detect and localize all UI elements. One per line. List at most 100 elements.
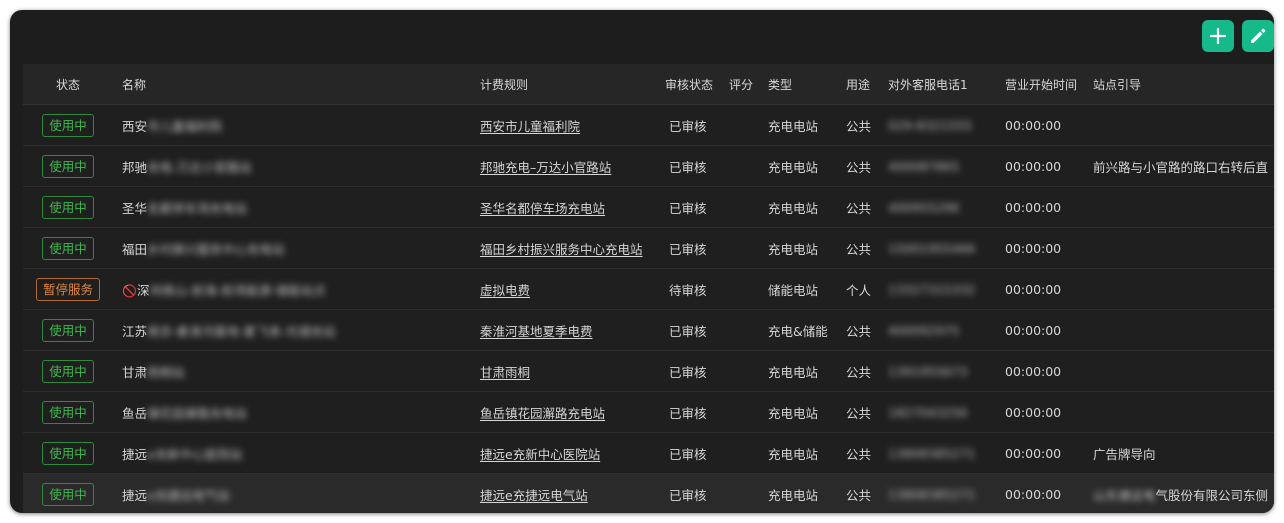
service-phone-redacted: 15001955466	[888, 240, 976, 256]
cell-score	[720, 391, 759, 433]
billing-rule-link[interactable]: 鱼岳镇花园澥路充电站	[480, 406, 605, 421]
billing-rule-link[interactable]: 圣华名都停车场充电站	[480, 201, 605, 216]
audit-status: 已审核	[669, 118, 707, 134]
cell-open-time: 00:00:00	[996, 473, 1084, 513]
edit-button[interactable]	[1242, 20, 1274, 52]
audit-status: 已审核	[669, 323, 707, 339]
cell-guide	[1084, 227, 1274, 269]
open-time: 00:00:00	[1005, 445, 1062, 461]
audit-status: 已审核	[669, 241, 707, 257]
station-name-redacted: e充捷远电气站	[147, 487, 230, 503]
cell-status: 使用中	[23, 473, 113, 513]
table-row[interactable]: 使用中 甘肃雨桐站 甘肃雨桐 已审核 充电电站 公共 1391955673 00:00:00	[23, 350, 1274, 392]
cell-name: 福田乡村振兴服务中心充电站	[113, 227, 471, 269]
column-header-audit[interactable]: 审核状态	[656, 64, 720, 105]
usage-type: 公共	[846, 159, 872, 175]
audit-status: 已审核	[669, 446, 707, 462]
column-header-use[interactable]: 用途	[837, 64, 879, 105]
column-header-rule[interactable]: 计费规则	[471, 64, 656, 105]
cell-score	[720, 145, 759, 187]
station-type: 充电电站	[768, 405, 819, 421]
cell-usage: 公共	[837, 432, 879, 474]
column-header-guide[interactable]: 站点引导	[1084, 64, 1274, 105]
open-time: 00:00:00	[1005, 404, 1062, 420]
station-type: 充电电站	[768, 159, 819, 175]
cell-usage: 公共	[837, 350, 879, 392]
table-row[interactable]: 使用中 邦驰充电-万达小官路站 邦驰充电–万达小官路站 已审核 充电电站 公共 400087…	[23, 145, 1274, 187]
cell-status: 暂停服务	[23, 268, 113, 310]
billing-rule-link[interactable]: 捷远e充新中心医院站	[480, 447, 600, 462]
station-name: 江苏	[122, 323, 148, 339]
column-header-status[interactable]: 状态	[23, 64, 113, 105]
station-name-redacted: 镇花园澥路充电站	[147, 405, 248, 421]
cell-open-time: 00:00:00	[996, 227, 1084, 269]
column-header-name[interactable]: 名称	[113, 64, 471, 105]
station-type: 充电电站	[768, 487, 819, 503]
station-name: 西安	[122, 118, 148, 134]
cell-audit-status: 已审核	[656, 309, 720, 351]
billing-rule-link[interactable]: 福田乡村振兴服务中心充电站	[480, 242, 643, 257]
cell-type: 充电电站	[759, 104, 837, 146]
station-name-redacted: 名都停车场充电站	[147, 200, 248, 216]
cell-name: 西安市儿童福利院	[113, 104, 471, 146]
cell-phone: 13808385271	[879, 432, 996, 474]
station-type: 充电电站	[768, 118, 819, 134]
billing-rule-link[interactable]: 虚拟电费	[480, 283, 530, 298]
column-header-type[interactable]: 类型	[759, 64, 837, 105]
station-type: 充电电站	[768, 446, 819, 462]
cell-score	[720, 309, 759, 351]
status-badge: 使用中	[42, 154, 94, 178]
cell-guide	[1084, 309, 1274, 351]
billing-rule-link[interactable]: 甘肃雨桐	[480, 365, 530, 380]
cell-billing-rule: 西安市儿童福利院	[471, 104, 656, 146]
cell-audit-status: 已审核	[656, 432, 720, 474]
status-badge: 使用中	[42, 441, 94, 465]
table-row[interactable]: 使用中 西安市儿童福利院 西安市儿童福利院 已审核 充电电站 公共 029-8321555 0…	[23, 104, 1274, 146]
cell-billing-rule: 福田乡村振兴服务中心充电站	[471, 227, 656, 269]
cell-guide	[1084, 186, 1274, 228]
status-badge: 使用中	[42, 359, 94, 383]
add-button[interactable]	[1202, 20, 1234, 52]
open-time: 00:00:00	[1005, 281, 1062, 297]
app-window: 状态 名称 计费规则 审核状态 评分 类型 用途 对外客服电话1 营业开始时间 站点引导 使用中西…	[10, 10, 1274, 513]
cell-name: 捷远e充捷远电气站	[113, 473, 471, 513]
cell-type: 充电电站	[759, 391, 837, 433]
billing-rule-link[interactable]: 秦淮河基地夏季电费	[480, 324, 593, 339]
station-name: 深	[136, 282, 150, 298]
station-name: 鱼岳	[122, 405, 148, 421]
station-type: 储能电站	[768, 282, 819, 298]
cell-type: 充电电站	[759, 186, 837, 228]
station-guide: 广告牌导向	[1093, 446, 1156, 462]
cell-usage: 公共	[837, 227, 879, 269]
column-header-score[interactable]: 评分	[720, 64, 759, 105]
cell-billing-rule: 邦驰充电–万达小官路站	[471, 145, 656, 187]
cell-guide: 前兴路与小官路的路口右转后直	[1084, 145, 1274, 187]
table-row[interactable]: 使用中 捷远e充捷远电气站 捷远e充捷远电气站 已审核 充电电站 公共 1380838527…	[23, 473, 1274, 513]
table-row[interactable]: 暂停服务 🚫深圳南山-前海-前湾能源-储能站点 虚拟电费 待审核 储能电站 个人 13327…	[23, 268, 1274, 310]
column-header-phone[interactable]: 对外客服电话1	[879, 64, 996, 105]
cell-open-time: 00:00:00	[996, 145, 1084, 187]
cell-status: 使用中	[23, 186, 113, 228]
station-name-redacted: 雨桐站	[147, 364, 185, 380]
billing-rule-link[interactable]: 邦驰充电–万达小官路站	[480, 160, 611, 175]
cell-billing-rule: 秦淮河基地夏季电费	[471, 309, 656, 351]
cell-audit-status: 已审核	[656, 350, 720, 392]
table-row[interactable]: 使用中 福田乡村振兴服务中心充电站 福田乡村振兴服务中心充电站 已审核 充电电站 公共 15…	[23, 227, 1274, 269]
usage-type: 公共	[846, 118, 872, 134]
table-row[interactable]: 使用中 江苏南京-秦淮河基地-夏飞来-光储充站 秦淮河基地夏季电费 已审核 充电&储能公…	[23, 309, 1274, 351]
station-name-redacted: 乡村振兴服务中心充电站	[147, 241, 285, 257]
column-header-open[interactable]: 营业开始时间	[996, 64, 1084, 105]
station-type: 充电电站	[768, 364, 819, 380]
cell-status: 使用中	[23, 432, 113, 474]
cell-phone: 13808385271	[879, 473, 996, 513]
table-row[interactable]: 使用中 圣华名都停车场充电站 圣华名都停车场充电站 已审核 充电电站 公共 40095529…	[23, 186, 1274, 228]
billing-rule-link[interactable]: 西安市儿童福利院	[480, 119, 580, 134]
cell-type: 充电电站	[759, 473, 837, 513]
table-row[interactable]: 使用中 鱼岳镇花园澥路充电站 鱼岳镇花园澥路充电站 已审核 充电电站 公共 18270432…	[23, 391, 1274, 433]
cell-usage: 公共	[837, 391, 879, 433]
open-time: 00:00:00	[1005, 158, 1062, 174]
cell-usage: 公共	[837, 473, 879, 513]
cell-audit-status: 已审核	[656, 145, 720, 187]
billing-rule-link[interactable]: 捷远e充捷远电气站	[480, 488, 588, 503]
table-row[interactable]: 使用中 捷远e充新中心医院站 捷远e充新中心医院站 已审核 充电电站 公共 13808385…	[23, 432, 1274, 474]
